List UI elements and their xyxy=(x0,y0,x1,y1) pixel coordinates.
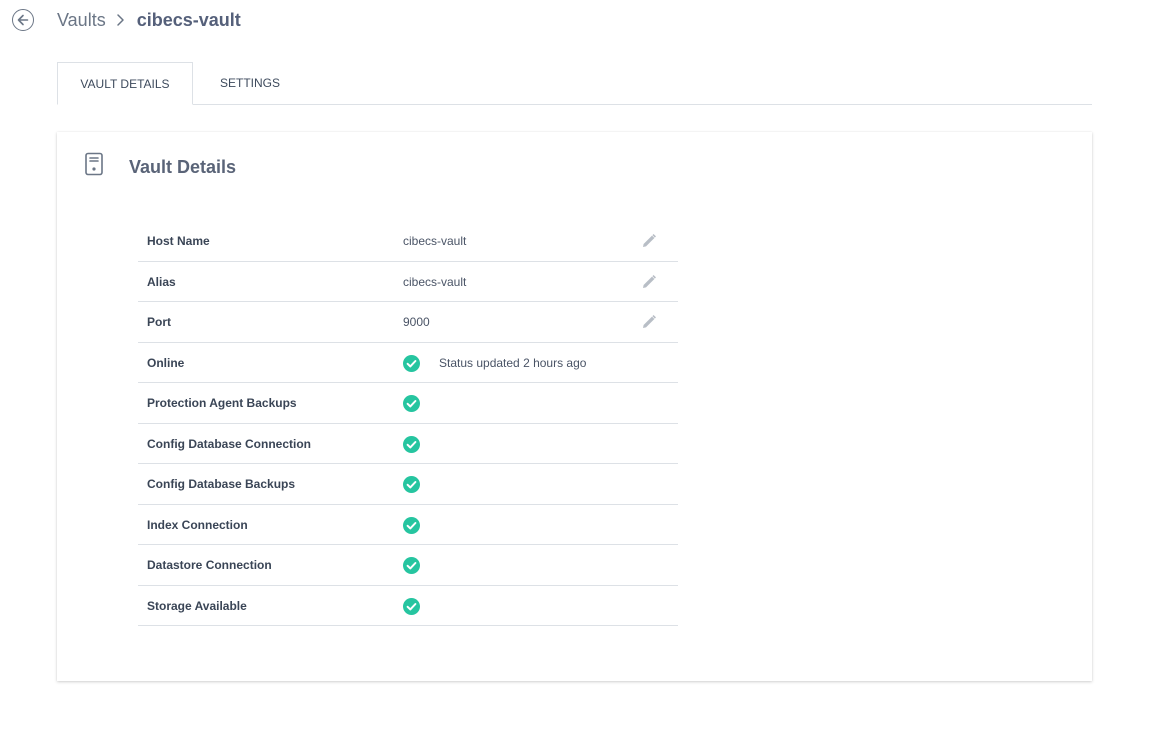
breadcrumb-vaults-link[interactable]: Vaults xyxy=(57,10,106,31)
alias-label: Alias xyxy=(147,274,176,289)
tab-vault-details[interactable]: VAULT DETAILS xyxy=(57,62,193,105)
detail-row-index-connection: Index Connection xyxy=(138,505,678,545)
detail-row-host-name: Host Name cibecs-vault xyxy=(138,221,678,262)
card-title: Vault Details xyxy=(129,157,237,177)
storage-available-label: Storage Available xyxy=(147,598,247,613)
check-circle-icon xyxy=(403,597,420,615)
pencil-icon[interactable] xyxy=(641,274,657,290)
top-bar: Vaults cibecs-vault xyxy=(12,8,241,32)
detail-row-online: Online Status updated 2 hours ago xyxy=(138,343,678,383)
pencil-icon[interactable] xyxy=(641,314,657,330)
index-connection-label: Index Connection xyxy=(147,517,248,532)
online-label: Online xyxy=(147,355,185,370)
check-circle-icon xyxy=(403,557,420,574)
detail-row-port: Port 9000 xyxy=(138,302,678,343)
config-database-connection-label: Config Database Connection xyxy=(147,436,312,451)
check-circle-icon xyxy=(403,354,420,372)
port-label: Port xyxy=(147,315,171,329)
pencil-icon[interactable] xyxy=(641,233,657,249)
arrow-left-icon xyxy=(17,14,29,26)
detail-row-config-database-connection: Config Database Connection xyxy=(138,424,678,464)
datastore-connection-label: Datastore Connection xyxy=(147,558,272,572)
detail-row-config-database-backups: Config Database Backups xyxy=(138,464,678,505)
check-circle-icon xyxy=(403,476,420,493)
chevron-right-icon xyxy=(116,13,125,27)
vault-details-card: Vault Details Host Name cibecs-vault Ali… xyxy=(57,132,1092,681)
config-database-backups-label: Config Database Backups xyxy=(147,477,296,491)
status-updated-text: Status updated 2 hours ago xyxy=(439,355,587,370)
check-circle-icon xyxy=(403,435,420,453)
protection-agent-backups-label: Protection Agent Backups xyxy=(147,396,297,410)
tab-bar: VAULT DETAILS SETTINGS xyxy=(57,62,1092,105)
back-button[interactable] xyxy=(12,9,34,31)
alias-value: cibecs-vault xyxy=(403,274,467,289)
detail-row-protection-agent-backups: Protection Agent Backups xyxy=(138,383,678,424)
server-icon xyxy=(84,152,104,181)
detail-row-alias: Alias cibecs-vault xyxy=(138,262,678,302)
check-circle-icon xyxy=(403,395,420,412)
tab-settings[interactable]: SETTINGS xyxy=(193,62,307,104)
host-name-label: Host Name xyxy=(147,234,210,248)
details-table: Host Name cibecs-vault Alias cibecs-vaul… xyxy=(138,221,678,626)
breadcrumb-current: cibecs-vault xyxy=(136,9,241,30)
check-circle-icon xyxy=(403,516,420,534)
port-value: 9000 xyxy=(403,315,430,329)
detail-row-storage-available: Storage Available xyxy=(138,586,678,626)
host-name-value: cibecs-vault xyxy=(403,234,467,248)
detail-row-datastore-connection: Datastore Connection xyxy=(138,545,678,586)
